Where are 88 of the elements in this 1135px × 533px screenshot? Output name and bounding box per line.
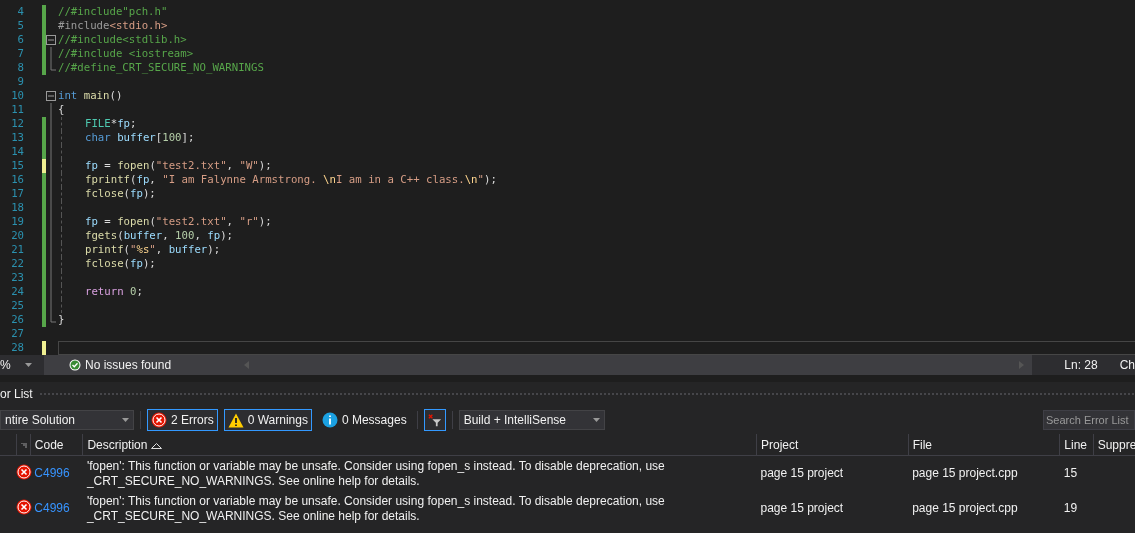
column-header[interactable]: Suppre <box>1093 434 1135 456</box>
line-number: 14 <box>10 145 24 159</box>
collapse-icon[interactable] <box>46 35 56 45</box>
error-icon <box>16 463 33 480</box>
line-number: 5 <box>16 19 24 33</box>
error-icon <box>151 412 167 428</box>
filter-toggle[interactable]: 2 Errors <box>147 409 218 431</box>
fold-end-mark <box>50 61 56 71</box>
code-line: } <box>58 313 65 327</box>
column-header[interactable]: Description <box>82 434 757 456</box>
code-line: fclose(fp); <box>85 187 156 201</box>
line-number: 25 <box>10 299 24 313</box>
column-header[interactable]: Line <box>1059 434 1094 456</box>
line-number: 28 <box>10 341 24 355</box>
line-number: 7 <box>16 47 24 61</box>
code-line: //#include <iostream> <box>58 47 194 61</box>
caret-icon <box>592 418 600 422</box>
filter-toggle[interactable]: 0 Messages <box>317 409 411 431</box>
column-indicator: Ch <box>1119 358 1135 372</box>
source-dropdown[interactable]: Build + IntelliSense <box>458 410 605 430</box>
line-number: 4 <box>16 5 24 19</box>
column-header[interactable]: Code <box>30 434 83 456</box>
error-code-link[interactable]: C4996 <box>34 466 70 480</box>
caret-icon <box>122 418 129 422</box>
collapse-icon[interactable] <box>46 91 56 101</box>
line-number: 18 <box>10 201 24 215</box>
code-line: //#include<stdlib.h> <box>58 33 187 47</box>
file-cell: page 15 project.cpp <box>908 455 1060 491</box>
line-cell-text: 19 <box>1062 500 1079 517</box>
code-line: #include<stdio.h> <box>58 19 168 33</box>
warning-icon <box>227 412 244 428</box>
filter-toggle[interactable]: 0 Warnings <box>223 409 312 431</box>
line-number: 23 <box>10 271 24 285</box>
code-line: char buffer[100]; <box>85 131 195 145</box>
fold-line <box>50 47 52 61</box>
clear-filter-button[interactable] <box>423 409 446 431</box>
line-number: 26 <box>10 313 24 327</box>
file-cell-text: page 15 project.cpp <box>911 500 1019 517</box>
check-icon <box>69 359 81 371</box>
line-number: 9 <box>16 75 24 89</box>
line-number: 6 <box>16 33 24 47</box>
issues-status[interactable]: No issues found <box>85 358 172 372</box>
code-line: int main() <box>58 89 123 103</box>
code-line: { <box>58 103 65 117</box>
line-number: 22 <box>10 257 24 271</box>
code-line: fprintf(fp, "I am Falynne Armstrong. \nI am in a C++ class.\n"); <box>85 173 497 187</box>
search-field[interactable]: Search Error List <box>1043 410 1135 430</box>
line-number: 21 <box>10 243 24 257</box>
code-line: fp = fopen("test2.txt", "r"); <box>85 215 272 229</box>
column-header[interactable]: File <box>908 434 1060 456</box>
line-cell: 15 <box>1059 455 1094 491</box>
line-number: 24 <box>10 285 24 299</box>
line-number: 27 <box>10 327 24 341</box>
code-line: //#define_CRT_SECURE_NO_WARNINGS <box>58 61 264 75</box>
column-header[interactable]: Project <box>756 434 909 456</box>
code-line: printf("%s", buffer); <box>85 243 221 257</box>
line-number: 11 <box>10 103 24 117</box>
project-cell: page 15 project <box>756 455 909 491</box>
scope-dropdown[interactable]: ntire Solution <box>0 410 134 430</box>
code-line: //#include"pch.h" <box>58 5 168 19</box>
zoom-level[interactable]: % <box>0 358 11 372</box>
info-icon <box>321 412 338 428</box>
panel-title: or List <box>0 387 33 401</box>
line-number: 19 <box>10 215 24 229</box>
project-cell-text: page 15 project <box>759 500 845 517</box>
line-number: 10 <box>10 89 24 103</box>
line-number: 15 <box>10 159 24 173</box>
funnel-x-icon <box>427 413 442 427</box>
code-line: FILE*fp; <box>85 117 137 131</box>
line-number: 12 <box>10 117 24 131</box>
line-number: 13 <box>10 131 24 145</box>
code-line: fgets(buffer, 100, fp); <box>85 229 234 243</box>
error-code-link[interactable]: C4996 <box>34 501 70 515</box>
fold-end-mark <box>50 313 56 323</box>
line-number: 20 <box>10 229 24 243</box>
line-number: 16 <box>10 173 24 187</box>
error-icon <box>16 498 33 515</box>
description-cell: 'fopen': This function or variable may be unsafe. Consider using fopen_s instead. To disable deprecation, use _CRT_SECURE_NO_WARNINGS. See online help for details. <box>82 455 757 491</box>
code-line: return 0; <box>85 285 143 299</box>
line-number: 17 <box>10 187 24 201</box>
column-filter-icon[interactable] <box>20 442 27 449</box>
code-line: fp = fopen("test2.txt", "W"); <box>85 159 272 173</box>
line-number: 8 <box>16 61 24 75</box>
code-line: fclose(fp); <box>85 257 156 271</box>
line-indicator: Ln: 28 <box>1064 358 1098 372</box>
sort-icon[interactable] <box>150 442 162 449</box>
dropdown-caret-icon <box>24 363 32 367</box>
description-cell-text: 'fopen': This function or variable may be unsafe. Consider using fopen_s instead. To disable deprecation, use _CRT_SECURE_NO_WARNINGS. See online help for details. <box>85 492 666 525</box>
